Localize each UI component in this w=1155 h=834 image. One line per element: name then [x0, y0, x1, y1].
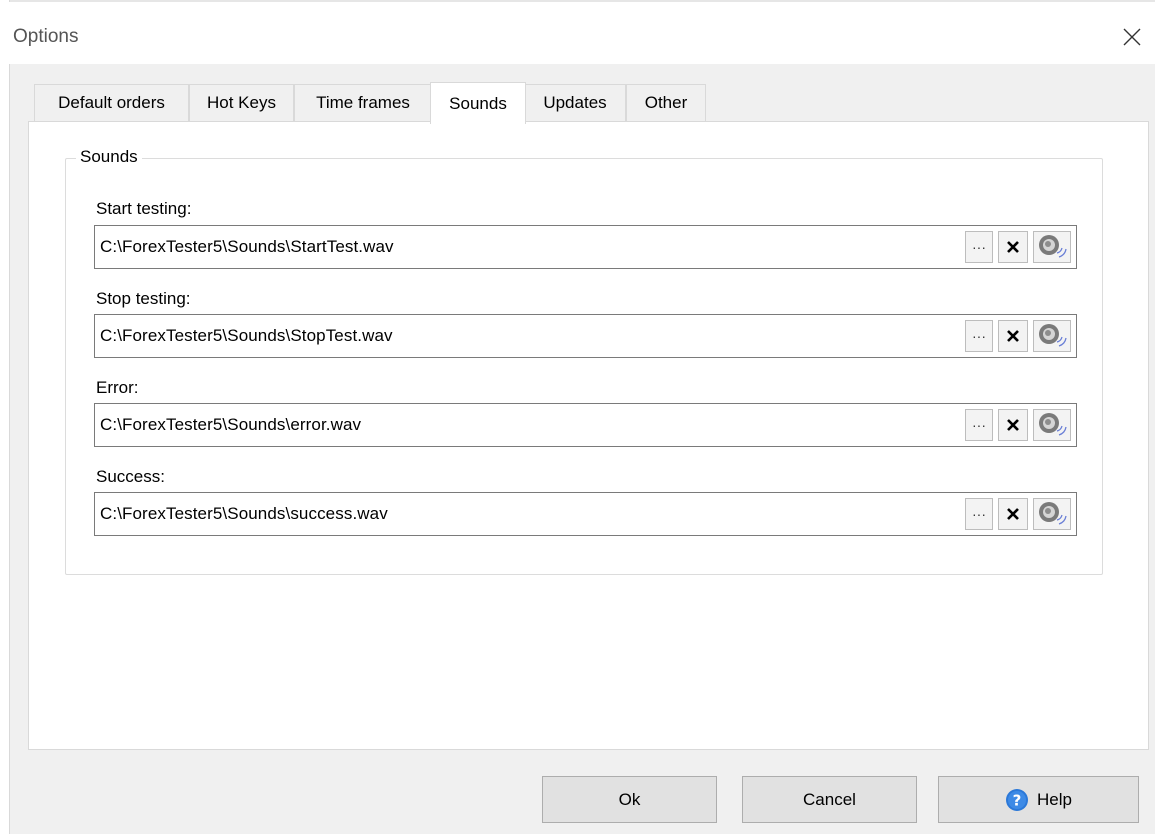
tab-other[interactable]: Other	[626, 84, 706, 121]
error-browse-button[interactable]: ···	[965, 409, 993, 441]
stop-testing-label: Stop testing:	[96, 289, 191, 308]
tab-label: Hot Keys	[207, 93, 276, 112]
success-clear-button[interactable]	[998, 498, 1028, 530]
svg-text:?: ?	[1013, 791, 1022, 809]
success-label: Success:	[96, 467, 165, 486]
tab-time-frames[interactable]: Time frames	[294, 84, 432, 121]
success-play-button[interactable]	[1033, 498, 1071, 530]
start-testing-field: C:\ForexTester5\Sounds\StartTest.wav ···	[94, 225, 1077, 269]
start-testing-clear-button[interactable]	[998, 231, 1028, 263]
start-testing-browse-button[interactable]: ···	[965, 231, 993, 263]
tab-default-orders[interactable]: Default orders	[34, 84, 189, 121]
tab-label: Other	[644, 93, 688, 112]
left-edge	[0, 0, 10, 834]
sounds-tab-panel: Sounds Start testing: C:\ForexTester5\So…	[28, 121, 1149, 750]
x-icon	[1007, 241, 1019, 253]
help-circle-icon: ?	[1006, 788, 1029, 811]
speaker-icon	[1039, 324, 1067, 347]
cancel-label: Cancel	[803, 789, 856, 809]
options-dialog: Options Default orders Hot Keys Time fra…	[0, 0, 1155, 834]
ok-label: Ok	[618, 789, 641, 809]
stop-testing-path[interactable]: C:\ForexTester5\Sounds\StopTest.wav	[100, 326, 393, 346]
error-path[interactable]: C:\ForexTester5\Sounds\error.wav	[100, 415, 361, 435]
sounds-groupbox: Sounds Start testing: C:\ForexTester5\So…	[65, 147, 1103, 575]
tab-updates[interactable]: Updates	[524, 84, 626, 121]
start-testing-play-button[interactable]	[1033, 231, 1071, 263]
cancel-button[interactable]: Cancel	[742, 776, 917, 823]
error-label: Error:	[96, 378, 139, 397]
stop-testing-field: C:\ForexTester5\Sounds\StopTest.wav ···	[94, 314, 1077, 358]
x-icon	[1007, 419, 1019, 431]
tab-label: Default orders	[58, 93, 165, 112]
success-field: C:\ForexTester5\Sounds\success.wav ···	[94, 492, 1077, 536]
stop-testing-browse-button[interactable]: ···	[965, 320, 993, 352]
speaker-icon	[1039, 235, 1067, 258]
close-button[interactable]	[1115, 20, 1149, 54]
tab-hot-keys[interactable]: Hot Keys	[189, 84, 294, 121]
browse-label: ···	[972, 239, 986, 255]
tab-label: Updates	[543, 93, 607, 112]
browse-label: ···	[972, 328, 986, 344]
tab-label: Time frames	[316, 93, 410, 112]
x-icon	[1007, 508, 1019, 520]
browse-label: ···	[972, 506, 986, 522]
error-play-button[interactable]	[1033, 409, 1071, 441]
error-clear-button[interactable]	[998, 409, 1028, 441]
speaker-icon	[1039, 502, 1067, 525]
stop-testing-play-button[interactable]	[1033, 320, 1071, 352]
window-title: Options	[13, 26, 79, 47]
x-icon	[1007, 330, 1019, 342]
title-bar: Options	[9, 2, 1155, 64]
tab-label: Sounds	[449, 93, 507, 113]
tab-sounds[interactable]: Sounds	[430, 82, 526, 124]
success-path[interactable]: C:\ForexTester5\Sounds\success.wav	[100, 504, 388, 524]
close-icon	[1123, 28, 1141, 46]
ok-button[interactable]: Ok	[542, 776, 717, 823]
start-testing-label: Start testing:	[96, 199, 192, 218]
success-browse-button[interactable]: ···	[965, 498, 993, 530]
help-button[interactable]: ? Help	[938, 776, 1139, 823]
browse-label: ···	[972, 417, 986, 433]
groupbox-title: Sounds	[76, 147, 142, 167]
help-label: Help	[1037, 789, 1072, 809]
error-field: C:\ForexTester5\Sounds\error.wav ···	[94, 403, 1077, 447]
speaker-icon	[1039, 413, 1067, 436]
stop-testing-clear-button[interactable]	[998, 320, 1028, 352]
start-testing-path[interactable]: C:\ForexTester5\Sounds\StartTest.wav	[100, 237, 394, 257]
